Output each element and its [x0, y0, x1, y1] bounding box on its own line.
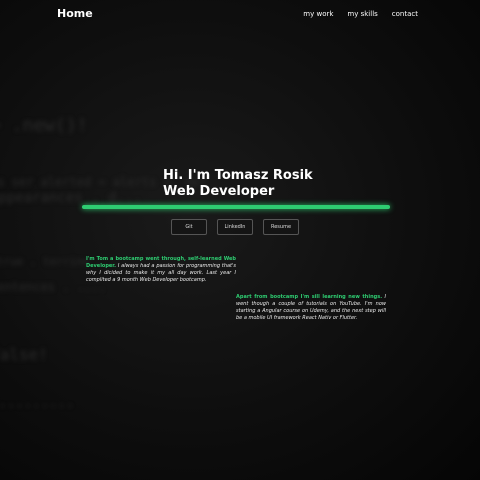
- hero-underline: [82, 205, 390, 209]
- nav-link-my-work[interactable]: my work: [303, 10, 333, 18]
- hero-role: Web Developer: [163, 184, 275, 199]
- about-highlight-2: Apart from bootcamp I'm sill learning ne…: [236, 294, 383, 300]
- hero-heading: Hi. I'm Tomasz Rosik Web Developer: [163, 168, 313, 200]
- nav-link-my-skills[interactable]: my skills: [347, 10, 377, 18]
- home-link[interactable]: Home: [57, 7, 93, 20]
- social-buttons: Git LinkedIn Resume: [171, 219, 299, 235]
- hero-greeting: Hi. I'm Tomasz Rosik: [163, 168, 313, 183]
- git-button[interactable]: Git: [171, 219, 207, 235]
- nav-link-contact[interactable]: contact: [392, 10, 418, 18]
- about-paragraph-1: I'm Tom a bootcamp went through, self-le…: [86, 256, 236, 284]
- top-navbar: Home my work my skills contact: [0, 0, 480, 30]
- about-paragraph-2: Apart from bootcamp I'm sill learning ne…: [236, 294, 386, 322]
- linkedin-button[interactable]: LinkedIn: [217, 219, 253, 235]
- background-code-image: > .new()! is ser alerted = alerts d. det…: [0, 0, 480, 480]
- resume-button[interactable]: Resume: [263, 219, 299, 235]
- nav-links: my work my skills contact: [303, 10, 418, 18]
